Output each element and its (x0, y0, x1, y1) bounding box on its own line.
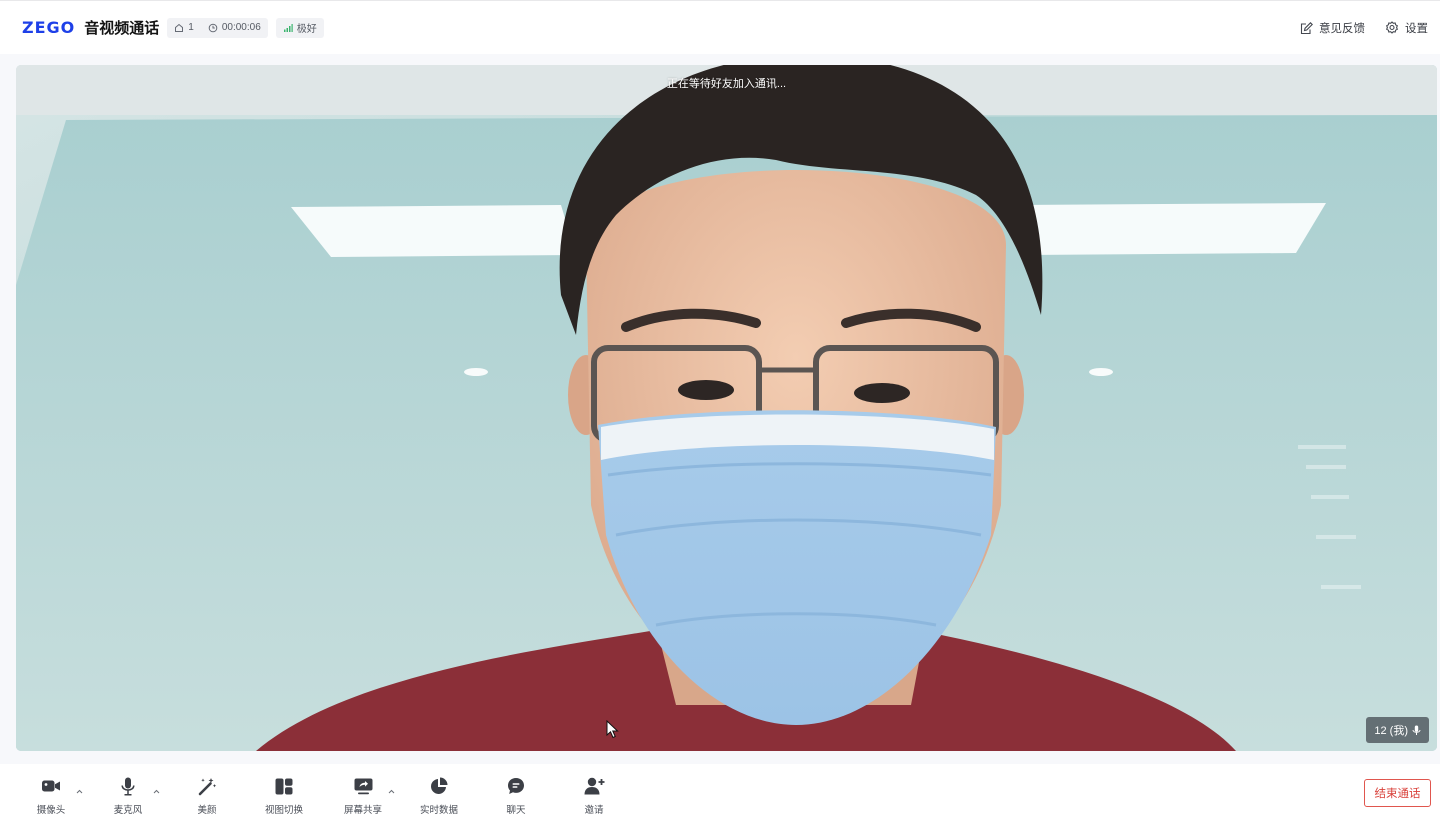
magic-wand-icon (198, 777, 216, 795)
home-icon (175, 23, 184, 32)
realtime-data-button[interactable]: 实时数据 (409, 776, 469, 816)
view-switch-label: 视图切换 (264, 805, 303, 816)
microphone-label: 麦克风 (113, 805, 143, 816)
settings-label: 设置 (1405, 23, 1428, 35)
clock-icon (208, 23, 218, 32)
local-video-view: 正在等待好友加入通讯... 12 (我) (16, 65, 1437, 751)
camera-button[interactable]: 摄像头 (21, 776, 81, 816)
end-call-button[interactable]: 结束通话 (1364, 779, 1431, 807)
call-duration: 00:00:06 (221, 22, 261, 33)
network-quality-chip: 极好 (275, 17, 324, 38)
chat-bubble-icon (508, 778, 524, 794)
invite-button[interactable]: 邀请 (564, 776, 624, 816)
edit-note-icon (1300, 21, 1313, 34)
chat-label: 聊天 (506, 805, 526, 816)
gear-icon (1386, 21, 1398, 34)
signal-bars-icon (283, 23, 293, 32)
settings-button[interactable]: 设置 (1385, 20, 1428, 36)
microphone-options-caret[interactable] (151, 786, 161, 796)
camera-label: 摄像头 (36, 805, 66, 816)
bottom-toolbar: 摄像头 麦克风 美颜 视图切换 屏幕共享 实时数据 聊天 邀请 结束通话 (0, 764, 1440, 822)
add-user-icon (584, 777, 604, 795)
chevron-up-icon (388, 789, 394, 793)
chevron-up-icon (76, 789, 82, 793)
room-count-chip: 1 (167, 17, 200, 38)
camera-options-caret[interactable] (74, 786, 84, 796)
zego-logo: ZEGO (22, 18, 75, 38)
feedback-label: 意见反馈 (1319, 23, 1365, 35)
video-camera-icon (42, 780, 60, 792)
microphone-icon (121, 777, 135, 796)
microphone-icon (1412, 725, 1421, 735)
top-bar: ZEGO 音视频通话 1 00:00:06 极好 意见反馈 设置 (0, 0, 1440, 54)
room-info: 1 00:00:06 (167, 17, 268, 38)
screen-share-label: 屏幕共享 (343, 805, 382, 816)
beauty-label: 美颜 (197, 805, 217, 816)
view-switch-button[interactable]: 视图切换 (254, 776, 314, 816)
local-user-name: 12 (我) (1374, 725, 1408, 737)
layout-grid-icon (275, 778, 293, 794)
network-quality: 极好 (296, 24, 317, 35)
header-actions: 意见反馈 设置 (1300, 1, 1428, 55)
screen-share-button[interactable]: 屏幕共享 (333, 776, 393, 816)
realtime-data-label: 实时数据 (419, 805, 458, 816)
room-count: 1 (188, 22, 194, 33)
camera-feed-person (16, 65, 1437, 751)
waiting-status: 正在等待好友加入通讯... (666, 78, 787, 90)
local-user-tag: 12 (我) (1366, 717, 1429, 743)
logo-text: ZEGO (22, 18, 76, 37)
screen-share-icon (354, 778, 372, 794)
invite-label: 邀请 (584, 805, 604, 816)
pie-chart-icon (431, 777, 448, 794)
microphone-button[interactable]: 麦克风 (98, 776, 158, 816)
chat-button[interactable]: 聊天 (486, 776, 546, 816)
screen-share-options-caret[interactable] (386, 786, 396, 796)
app-title: 音视频通话 (84, 20, 160, 37)
mouse-cursor-icon (606, 720, 619, 739)
duration-chip: 00:00:06 (199, 17, 268, 38)
beauty-button[interactable]: 美颜 (177, 776, 237, 816)
chevron-up-icon (153, 789, 159, 793)
feedback-button[interactable]: 意见反馈 (1300, 20, 1365, 36)
